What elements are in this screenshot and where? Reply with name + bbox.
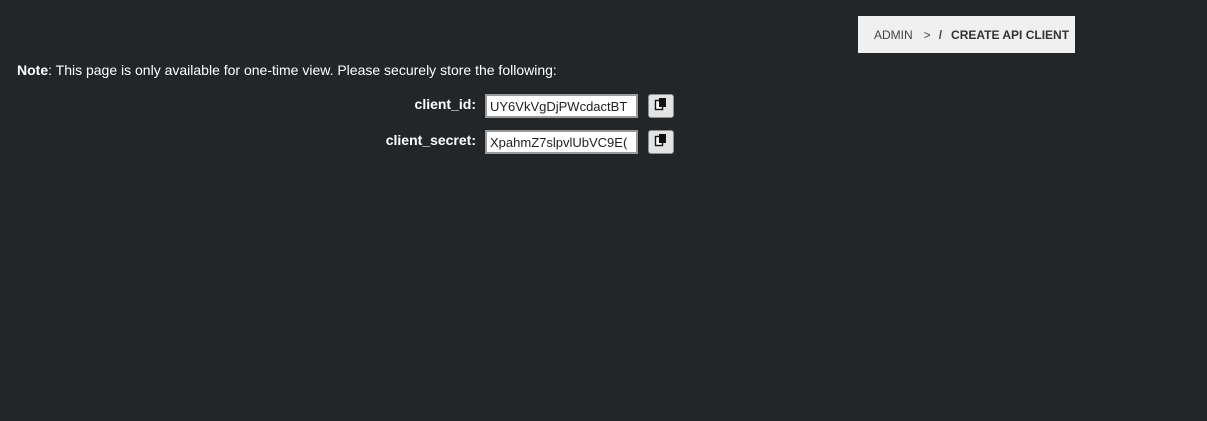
copy-icon [654,133,668,152]
client-secret-label: client_secret: [385,132,476,148]
copy-icon [654,97,668,116]
breadcrumb-current: CREATE API CLIENT [951,27,1070,42]
page: ADMIN > / CREATE API CLIENT Note: This p… [0,0,1207,421]
client-id-label: client_id: [414,96,476,112]
breadcrumb-separator: > [923,27,931,42]
client-secret-field[interactable] [485,130,638,154]
note-prefix: Note [17,62,49,78]
copy-client-secret-button[interactable] [648,130,674,154]
breadcrumb-divider: / [938,27,943,42]
one-time-view-note: Note: This page is only available for on… [17,62,557,78]
breadcrumb: ADMIN > / CREATE API CLIENT [858,16,1075,53]
breadcrumb-admin-link[interactable]: ADMIN [874,28,913,42]
client-id-field[interactable] [485,94,638,118]
note-text: : This page is only available for one-ti… [48,62,557,78]
copy-client-id-button[interactable] [648,94,674,118]
